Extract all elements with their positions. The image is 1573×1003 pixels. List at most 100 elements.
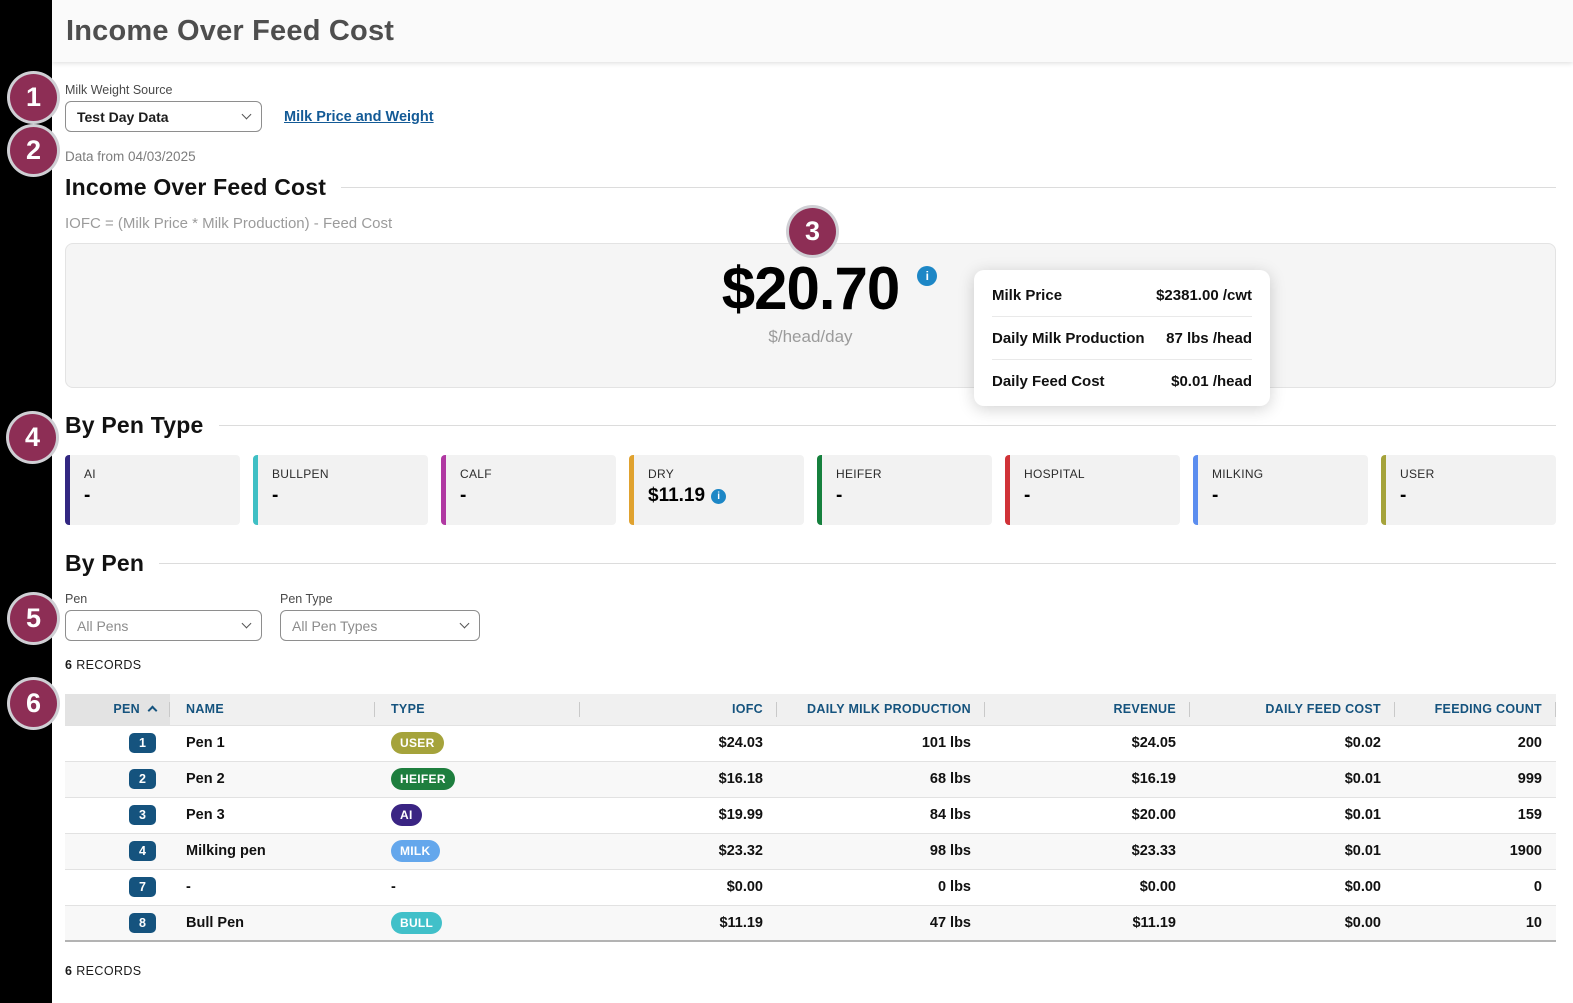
column-header-label: TYPE (391, 702, 425, 716)
pen-type-select-value: All Pen Types (292, 618, 377, 634)
page-header: Income Over Feed Cost (52, 0, 1573, 62)
table-row[interactable]: 2Pen 2HEIFER$16.1868 lbs$16.19$0.01999 (65, 761, 1556, 797)
column-header-daily-milk-production[interactable]: DAILY MILK PRODUCTION (777, 694, 985, 725)
revenue-cell: $16.19 (985, 761, 1190, 797)
feeding-count-cell: 159 (1395, 797, 1556, 833)
daily-feed-cost-cell: $0.00 (1190, 905, 1395, 941)
pen-cell: 8 (65, 905, 170, 941)
feeding-count-cell: 200 (1395, 725, 1556, 761)
pen-type-card-label: AI (84, 467, 232, 481)
milk-weight-source-label: Milk Weight Source (65, 83, 1556, 97)
pen-select-value: All Pens (77, 618, 128, 634)
milk-weight-source-select[interactable]: Test Day Data (65, 101, 262, 132)
page-title: Income Over Feed Cost (66, 15, 394, 48)
info-icon[interactable]: i (917, 266, 937, 286)
annotation-badge-3: 3 (789, 208, 836, 255)
daily-feed-cost-cell: $0.01 (1190, 761, 1395, 797)
pen-type-select[interactable]: All Pen Types (280, 610, 480, 641)
records-count-top: 6 RECORDS (65, 658, 1556, 672)
pen-type-cards: AI-BULLPEN-CALF-DRY$11.19iHEIFER-HOSPITA… (65, 455, 1556, 525)
pen-type-card-ai: AI- (65, 455, 240, 525)
table-row[interactable]: 8Bull PenBULL$11.1947 lbs$11.19$0.0010 (65, 905, 1556, 941)
iofc-detail-row: Milk Price$2381.00 /cwt (992, 274, 1252, 317)
by-pen-filters: Pen All Pens Pen Type All Pen Types (65, 592, 1556, 641)
pen-type-card-value: - (836, 485, 984, 507)
iofc-unit: $/head/day (66, 327, 1555, 347)
pen-type-card-user: USER- (1381, 455, 1556, 525)
pen-type-card-label: USER (1400, 467, 1548, 481)
column-header-revenue[interactable]: REVENUE (985, 694, 1190, 725)
annotation-badge-6: 6 (10, 680, 57, 727)
milk-price-and-weight-link[interactable]: Milk Price and Weight (284, 109, 434, 125)
pen-select[interactable]: All Pens (65, 610, 262, 641)
info-icon[interactable]: i (711, 489, 726, 504)
milk-weight-source-filter: Milk Weight Source Test Day Data Milk Pr… (65, 83, 1556, 132)
pen-name-cell: Bull Pen (170, 905, 375, 941)
heading-rule (341, 187, 1556, 188)
iofc-cell: $24.03 (580, 725, 777, 761)
pen-type-pill: HEIFER (391, 768, 455, 790)
pen-type-filter-label: Pen Type (280, 592, 480, 606)
daily-feed-cost-cell: $0.01 (1190, 833, 1395, 869)
iofc-cell: $0.00 (580, 869, 777, 905)
pen-type-card-label: HEIFER (836, 467, 984, 481)
feeding-count-cell: 1900 (1395, 833, 1556, 869)
revenue-cell: $0.00 (985, 869, 1190, 905)
pen-cell: 1 (65, 725, 170, 761)
column-header-label: REVENUE (1113, 702, 1176, 716)
heading-rule (159, 563, 1556, 564)
iofc-section-title: Income Over Feed Cost (65, 174, 326, 201)
detail-value: $2381.00 /cwt (1156, 287, 1252, 304)
iofc-cell: $19.99 (580, 797, 777, 833)
pen-type-cell: BULL (375, 905, 580, 941)
table-row[interactable]: 7--$0.000 lbs$0.00$0.000 (65, 869, 1556, 905)
milk-weight-source-value: Test Day Data (77, 109, 169, 125)
pen-type-cell: HEIFER (375, 761, 580, 797)
iofc-summary-card: $20.70 i $/head/day Milk Price$2381.00 /… (65, 243, 1556, 388)
pen-type-pill: MILK (391, 840, 440, 862)
iofc-cell: $16.18 (580, 761, 777, 797)
column-header-iofc[interactable]: IOFC (580, 694, 777, 725)
pen-type-card-value: $11.19i (648, 485, 796, 507)
pen-type-pill: BULL (391, 912, 442, 934)
iofc-detail-row: Daily Milk Production87 lbs /head (992, 317, 1252, 360)
pen-type-card-label: MILKING (1212, 467, 1360, 481)
table-row[interactable]: 1Pen 1USER$24.03101 lbs$24.05$0.02200 (65, 725, 1556, 761)
table-row[interactable]: 3Pen 3AI$19.9984 lbs$20.00$0.01159 (65, 797, 1556, 833)
daily-milk-production-cell: 84 lbs (777, 797, 985, 833)
column-header-type[interactable]: TYPE (375, 694, 580, 725)
pen-type-card-label: CALF (460, 467, 608, 481)
daily-feed-cost-cell: $0.00 (1190, 869, 1395, 905)
by-pen-type-title: By Pen Type (65, 412, 204, 439)
table-row[interactable]: 4Milking penMILK$23.3298 lbs$23.33$0.011… (65, 833, 1556, 869)
column-header-pen[interactable]: PEN (65, 694, 170, 725)
pen-name-cell: Pen 2 (170, 761, 375, 797)
pen-name-cell: Pen 1 (170, 725, 375, 761)
column-header-label: DAILY FEED COST (1265, 702, 1381, 716)
table-body: 1Pen 1USER$24.03101 lbs$24.05$0.022002Pe… (65, 725, 1556, 941)
detail-label: Daily Milk Production (992, 330, 1145, 347)
pen-name-cell: - (170, 869, 375, 905)
pen-type-card-bullpen: BULLPEN- (253, 455, 428, 525)
daily-milk-production-cell: 47 lbs (777, 905, 985, 941)
annotation-badge-1: 1 (10, 74, 57, 121)
pen-type-card-value: - (1024, 485, 1172, 507)
daily-milk-production-cell: 68 lbs (777, 761, 985, 797)
pen-name-cell: Milking pen (170, 833, 375, 869)
pen-type-cell: - (375, 869, 580, 905)
column-header-feeding-count[interactable]: FEEDING COUNT (1395, 694, 1556, 725)
column-header-label: DAILY MILK PRODUCTION (807, 702, 971, 716)
feeding-count-cell: 0 (1395, 869, 1556, 905)
daily-feed-cost-cell: $0.02 (1190, 725, 1395, 761)
by-pen-title: By Pen (65, 550, 144, 577)
pen-type-card-value: - (460, 485, 608, 507)
daily-milk-production-cell: 101 lbs (777, 725, 985, 761)
detail-value: $0.01 /head (1171, 373, 1252, 390)
column-header-daily-feed-cost[interactable]: DAILY FEED COST (1190, 694, 1395, 725)
pen-type-pill: USER (391, 732, 444, 754)
by-pen-type-heading: By Pen Type (65, 412, 1556, 439)
annotation-badge-5: 5 (10, 595, 57, 642)
column-header-name[interactable]: NAME (170, 694, 375, 725)
sort-ascending-icon (148, 706, 158, 716)
column-header-label: FEEDING COUNT (1435, 702, 1542, 716)
